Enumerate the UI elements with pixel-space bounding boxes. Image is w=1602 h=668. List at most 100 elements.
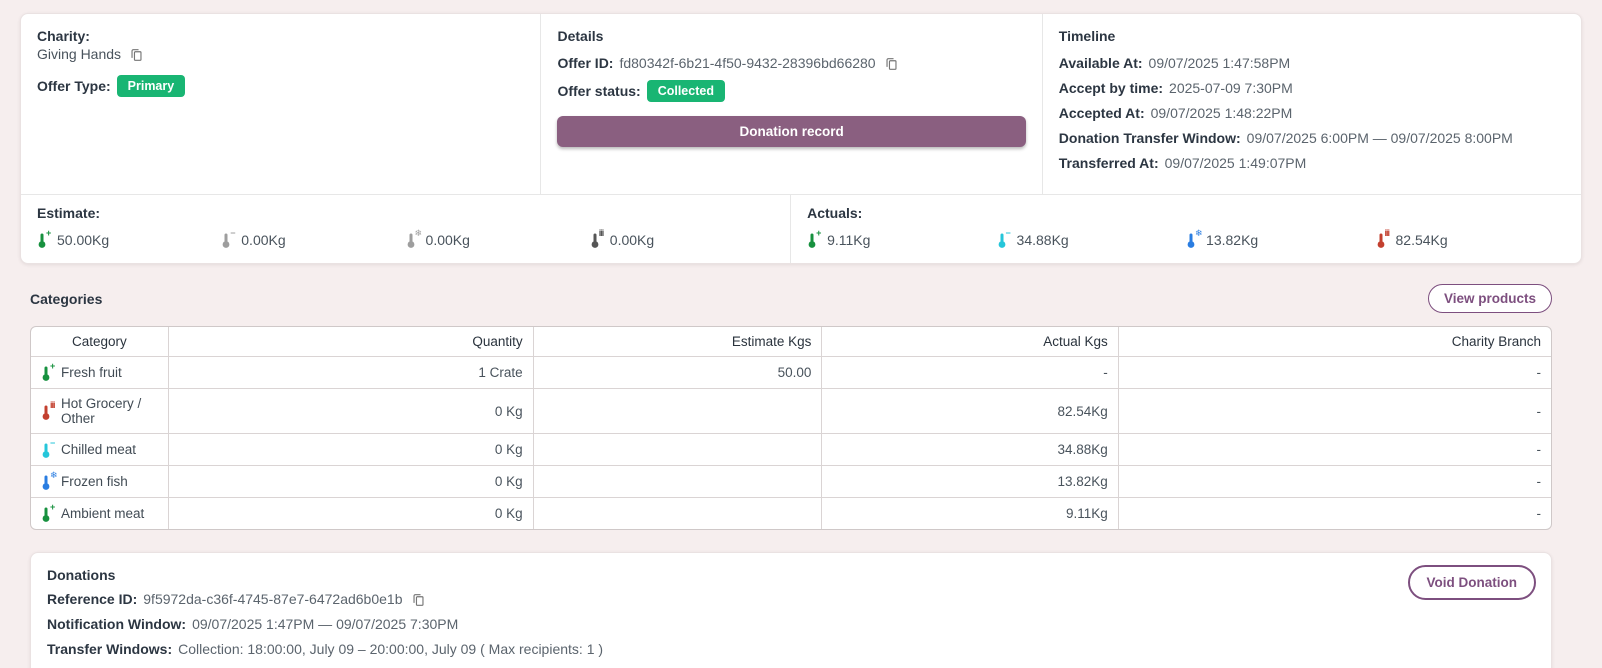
actuals-hot: iii 82.54Kg xyxy=(1376,231,1565,248)
actuals-chilled: − 34.88Kg xyxy=(997,231,1186,248)
actual-kgs-cell: 9.11Kg xyxy=(821,498,1117,529)
actuals-frozen: ❄ 13.82Kg xyxy=(1186,231,1375,248)
copy-icon[interactable] xyxy=(130,48,143,62)
estimate-kgs-cell xyxy=(533,466,822,498)
timeline-row-value: 09/07/2025 1:48:22PM xyxy=(1151,105,1293,122)
timeline-row-value: 09/07/2025 1:47:58PM xyxy=(1149,55,1291,72)
offer-status-badge: Collected xyxy=(647,80,725,102)
actual-kgs-cell: 34.88Kg xyxy=(821,434,1117,466)
table-row: +Ambient meat 0 Kg 9.11Kg - xyxy=(31,498,1551,529)
actual-kgs-cell: 82.54Kg xyxy=(821,389,1117,434)
offer-type-label: Offer Type: xyxy=(37,78,111,95)
estimate-kgs-cell xyxy=(533,389,822,434)
weights-strip: Estimate: + 50.00Kg − 0.00Kg ❄ 0.00Kg xyxy=(21,194,1581,263)
category-name: Fresh fruit xyxy=(61,365,122,380)
reference-id-label: Reference ID: xyxy=(47,591,137,608)
timeline-row-label: Donation Transfer Window: xyxy=(1059,130,1241,147)
timeline-row-label: Transferred At: xyxy=(1059,155,1159,172)
charity-branch-cell: - xyxy=(1118,434,1551,466)
weight-value: 0.00Kg xyxy=(241,232,285,248)
copy-icon[interactable] xyxy=(885,57,898,71)
col-header-estimate-kgs: Estimate Kgs xyxy=(533,327,822,357)
estimate-chilled: − 0.00Kg xyxy=(221,231,405,248)
quantity-cell: 0 Kg xyxy=(168,466,533,498)
actuals-section: Actuals: + 9.11Kg − 34.88Kg ❄ 13.82Kg xyxy=(790,195,1581,263)
details-title: Details xyxy=(557,28,1025,44)
timeline-row-value: 09/07/2025 6:00PM — 09/07/2025 8:00PM xyxy=(1247,130,1513,147)
table-header-row: Category Quantity Estimate Kgs Actual Kg… xyxy=(31,327,1551,357)
offer-summary-card: Charity: Giving Hands Offer Type: Primar… xyxy=(20,13,1582,264)
notification-window-label: Notification Window: xyxy=(47,616,186,633)
categories-title: Categories xyxy=(30,291,102,307)
actual-kgs-cell: 13.82Kg xyxy=(821,466,1117,498)
weight-value: 34.88Kg xyxy=(1017,232,1069,248)
col-header-charity-branch: Charity Branch xyxy=(1118,327,1551,357)
thermometer-plus-icon: + xyxy=(41,364,58,381)
estimate-label: Estimate: xyxy=(37,205,774,221)
offer-status-label: Offer status: xyxy=(557,83,640,100)
offer-id-value: fd80342f-6b21-4f50-9432-28396bd66280 xyxy=(619,55,875,72)
timeline-row-value: 09/07/2025 1:49:07PM xyxy=(1165,155,1307,172)
estimate-ambient: + 50.00Kg xyxy=(37,231,221,248)
transfer-windows-value: Collection: 18:00:00, July 09 – 20:00:00… xyxy=(178,641,603,658)
offer-details-page: Charity: Giving Hands Offer Type: Primar… xyxy=(0,0,1602,668)
quantity-cell: 1 Crate xyxy=(168,357,533,389)
charity-section: Charity: Giving Hands Offer Type: Primar… xyxy=(21,14,540,194)
actual-kgs-cell: - xyxy=(821,357,1117,389)
donations-card: Void Donation Donations Reference ID: 9f… xyxy=(30,552,1552,668)
thermometer-snowflake-icon: ❄ xyxy=(1186,231,1203,248)
table-row: ❄Frozen fish 0 Kg 13.82Kg - xyxy=(31,466,1551,498)
col-header-actual-kgs: Actual Kgs xyxy=(821,327,1117,357)
charity-label: Charity: xyxy=(37,28,524,44)
weight-value: 0.00Kg xyxy=(426,232,470,248)
estimate-kgs-cell xyxy=(533,434,822,466)
col-header-category: Category xyxy=(31,327,168,357)
quantity-cell: 0 Kg xyxy=(168,498,533,529)
thermometer-minus-icon: − xyxy=(41,441,58,458)
charity-branch-cell: - xyxy=(1118,466,1551,498)
timeline-section: Timeline Available At:09/07/2025 1:47:58… xyxy=(1043,14,1581,194)
view-products-button[interactable]: View products xyxy=(1428,284,1552,313)
notification-window-value: 09/07/2025 1:47PM — 09/07/2025 7:30PM xyxy=(192,616,458,633)
timeline-row-label: Accept by time: xyxy=(1059,80,1163,97)
void-donation-button[interactable]: Void Donation xyxy=(1408,565,1537,600)
donation-record-button[interactable]: Donation record xyxy=(557,116,1025,147)
estimate-kgs-cell: 50.00 xyxy=(533,357,822,389)
col-header-quantity: Quantity xyxy=(168,327,533,357)
charity-branch-cell: - xyxy=(1118,357,1551,389)
category-name: Chilled meat xyxy=(61,442,136,457)
reference-id-value: 9f5972da-c36f-4745-87e7-6472ad6b0e1b xyxy=(143,591,402,608)
thermometer-snowflake-icon: ❄ xyxy=(41,473,58,490)
thermometer-minus-icon: − xyxy=(997,231,1014,248)
table-row: −Chilled meat 0 Kg 34.88Kg - xyxy=(31,434,1551,466)
timeline-row-value: 2025-07-09 7:30PM xyxy=(1169,80,1293,97)
transfer-windows-label: Transfer Windows: xyxy=(47,641,172,658)
table-row: +Fresh fruit 1 Crate 50.00 - - xyxy=(31,357,1551,389)
details-section: Details Offer ID: fd80342f-6b21-4f50-943… xyxy=(540,14,1042,194)
estimate-hot: iii 0.00Kg xyxy=(590,231,774,248)
copy-icon[interactable] xyxy=(412,593,425,607)
thermometer-plus-icon: + xyxy=(41,505,58,522)
thermometer-snowflake-icon: ❄ xyxy=(406,231,423,248)
estimate-kgs-cell xyxy=(533,498,822,529)
category-name: Hot Grocery / Other xyxy=(61,396,158,426)
charity-branch-cell: - xyxy=(1118,498,1551,529)
category-name: Ambient meat xyxy=(61,506,144,521)
weight-value: 0.00Kg xyxy=(610,232,654,248)
table-row: iiiHot Grocery / Other 0 Kg 82.54Kg - xyxy=(31,389,1551,434)
offer-type-badge: Primary xyxy=(117,75,186,97)
charity-branch-cell: - xyxy=(1118,389,1551,434)
thermometer-heat-icon: iii xyxy=(41,403,58,420)
offer-id-label: Offer ID: xyxy=(557,55,613,72)
offer-summary-top-row: Charity: Giving Hands Offer Type: Primar… xyxy=(21,14,1581,194)
estimate-section: Estimate: + 50.00Kg − 0.00Kg ❄ 0.00Kg xyxy=(21,195,790,263)
category-name: Frozen fish xyxy=(61,474,128,489)
estimate-frozen: ❄ 0.00Kg xyxy=(406,231,590,248)
quantity-cell: 0 Kg xyxy=(168,434,533,466)
quantity-cell: 0 Kg xyxy=(168,389,533,434)
weight-value: 50.00Kg xyxy=(57,232,109,248)
charity-name: Giving Hands xyxy=(37,46,121,63)
weight-value: 13.82Kg xyxy=(1206,232,1258,248)
donations-title: Donations xyxy=(47,567,1535,583)
thermometer-plus-icon: + xyxy=(807,231,824,248)
